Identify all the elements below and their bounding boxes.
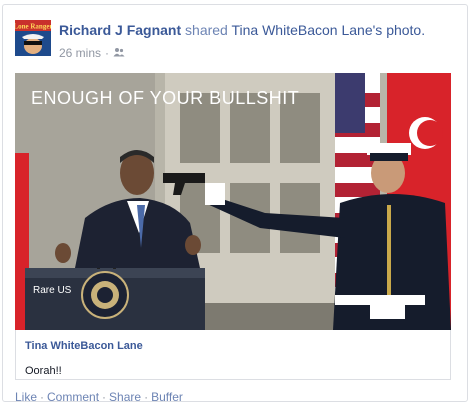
share-link[interactable]: Share	[109, 390, 141, 404]
friends-icon[interactable]	[113, 46, 125, 60]
timestamp-link[interactable]: 26 mins	[59, 46, 101, 60]
post-header: Richard J Fagnant shared Tina WhiteBacon…	[59, 22, 425, 38]
meta-separator: ·	[105, 46, 110, 60]
action-separator: ·	[102, 390, 107, 404]
post-meta: 26 mins ·	[59, 46, 125, 60]
photo-link[interactable]: photo.	[386, 22, 425, 38]
comment-link[interactable]: Comment	[47, 390, 99, 404]
avatar[interactable]: Lone Ranger	[15, 20, 51, 56]
shared-photo[interactable]: ENOUGH OF YOUR BULLSHIT Rare US	[15, 73, 451, 330]
photo-caption-text: ENOUGH OF YOUR BULLSHIT	[31, 88, 299, 108]
svg-text:Lone Ranger: Lone Ranger	[15, 23, 51, 31]
possessive-text: 's	[372, 22, 383, 38]
caption-text: Oorah!!	[25, 365, 62, 377]
post-actions: Like · Comment · Share · Buffer	[15, 390, 183, 404]
shared-caption-box	[15, 330, 451, 380]
like-link[interactable]: Like	[15, 390, 37, 404]
photo-watermark: Rare US	[33, 285, 72, 296]
shared-text: shared	[185, 22, 228, 38]
original-author-link[interactable]: Tina WhiteBacon Lane	[231, 22, 372, 38]
buffer-link[interactable]: Buffer	[151, 390, 183, 404]
action-separator: ·	[144, 390, 149, 404]
caption-author-link[interactable]: Tina WhiteBacon Lane	[25, 340, 143, 352]
author-link[interactable]: Richard J Fagnant	[59, 22, 181, 38]
podium-image	[25, 268, 205, 330]
action-separator: ·	[40, 390, 45, 404]
post-card: Lone Ranger Richard J Fagnant shared Tin…	[2, 4, 468, 404]
